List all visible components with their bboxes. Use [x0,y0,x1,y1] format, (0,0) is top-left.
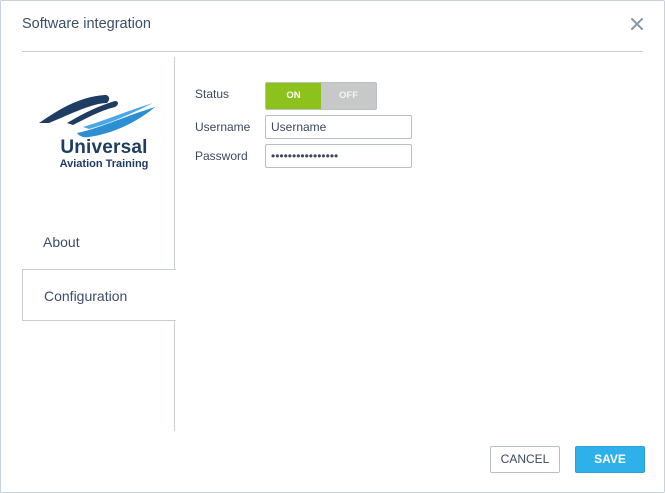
title-divider [22,51,643,52]
wing-logo-icon [39,95,155,138]
save-button[interactable]: SAVE [575,446,645,473]
status-off-button[interactable]: OFF [321,83,376,109]
universal-aviation-training-logo: Universal Aviation Training [37,93,159,175]
sidebar-item-configuration[interactable]: Configuration [22,269,176,321]
sidebar-item-about[interactable]: About [22,216,175,268]
close-icon[interactable] [630,17,644,31]
dialog-title: Software integration [22,16,151,32]
status-label: Status [195,87,230,101]
software-integration-dialog: Software integration Universal Aviation … [0,0,665,493]
sidebar: Universal Aviation Training About Config… [22,57,176,431]
username-input[interactable] [265,115,412,139]
password-label: Password [195,149,248,163]
status-toggle[interactable]: ON OFF [265,82,377,110]
logo-subtitle: Aviation Training [59,158,149,170]
username-label: Username [195,120,251,134]
cancel-button[interactable]: CANCEL [490,446,560,473]
password-input[interactable] [265,144,412,168]
logo-title: Universal [60,137,148,158]
status-on-button[interactable]: ON [266,83,321,109]
